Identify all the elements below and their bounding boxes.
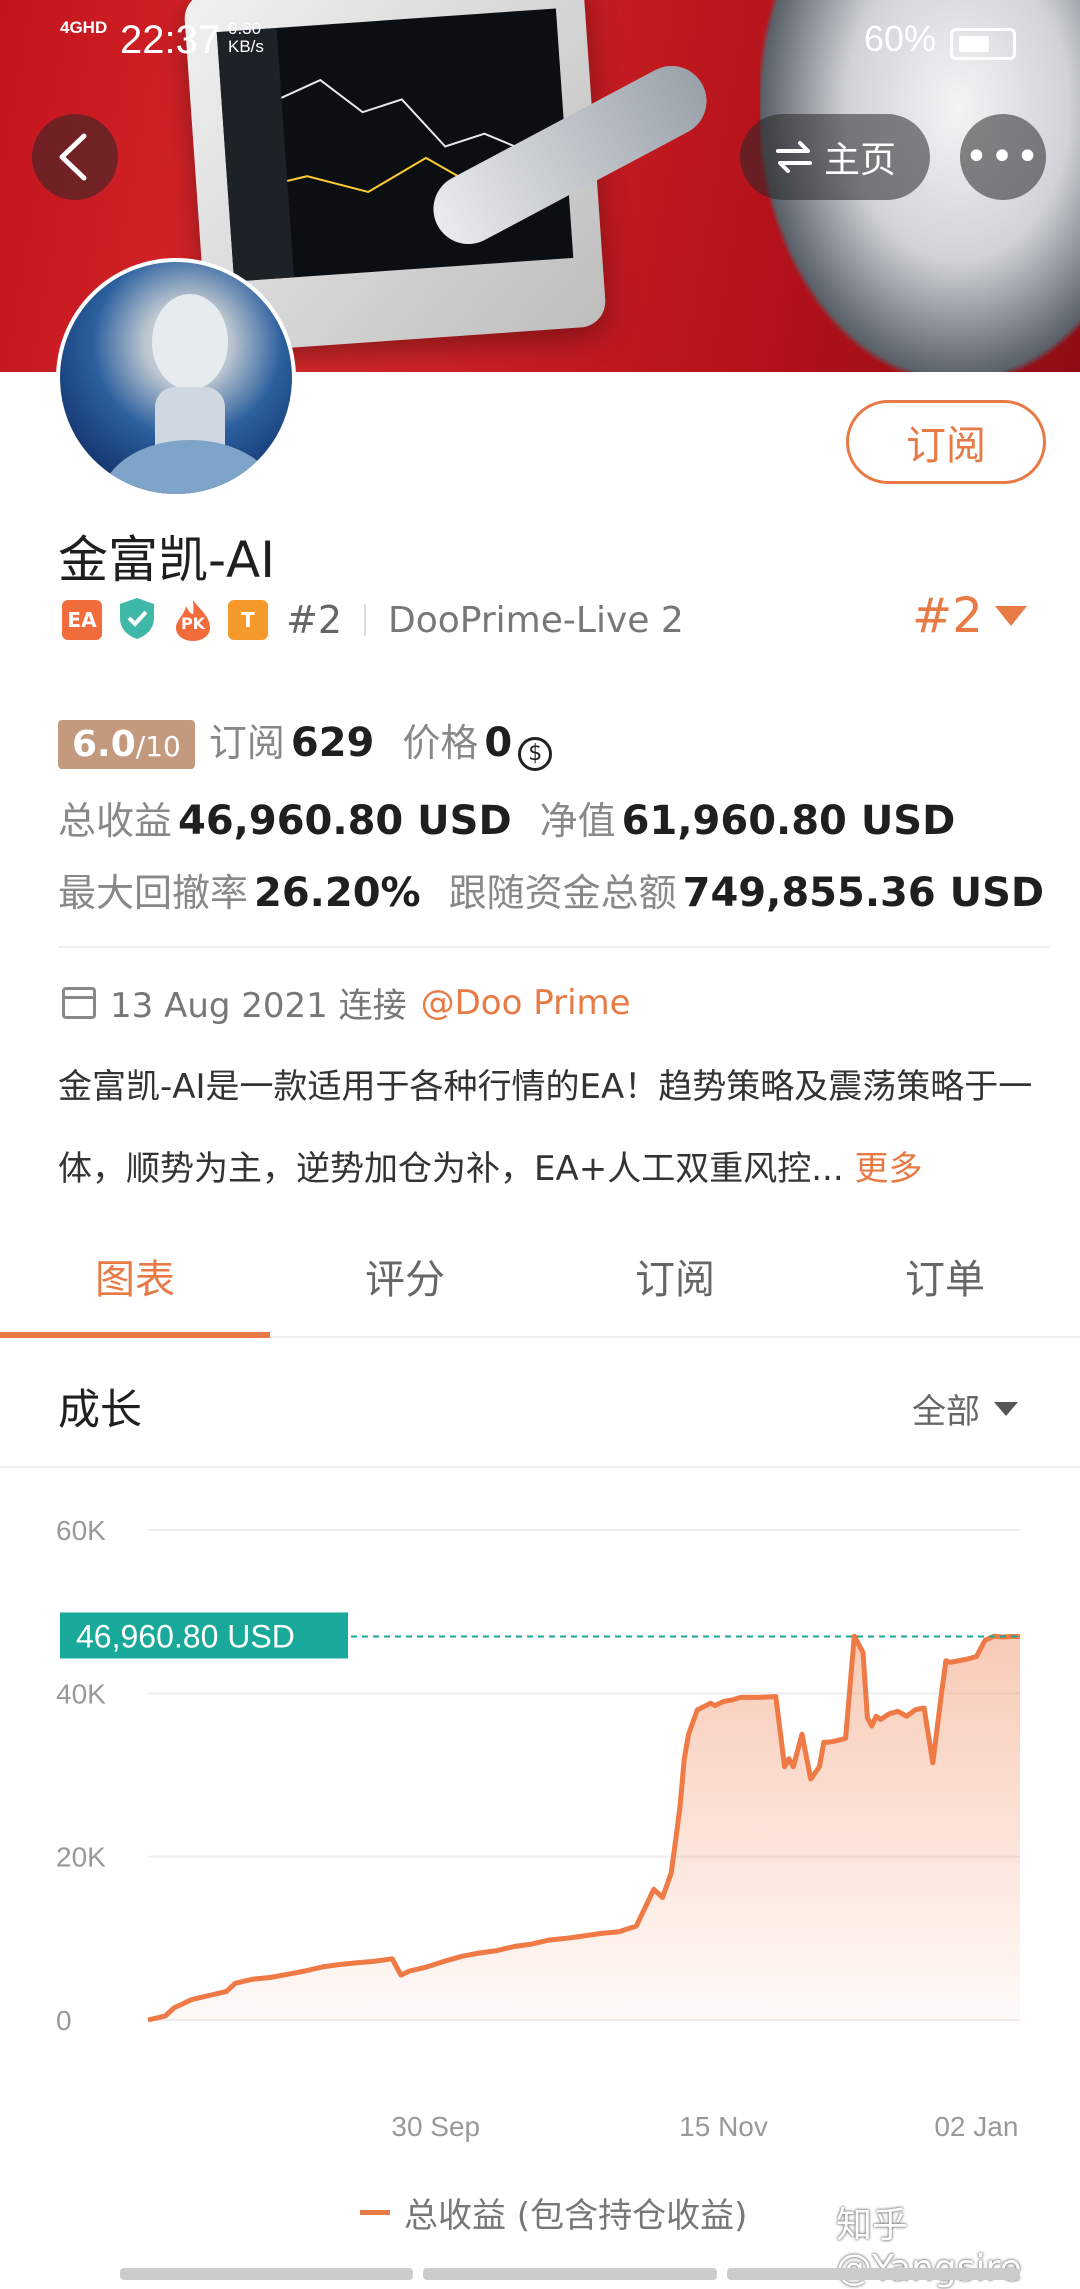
range-dropdown[interactable]: 全部 — [912, 1384, 1018, 1433]
score-max: /10 — [135, 730, 181, 763]
more-link[interactable]: 更多 — [854, 1149, 922, 1189]
max-drawdown-value: 26.20% — [254, 870, 421, 916]
subscribe-count-label: 订阅 — [208, 721, 285, 765]
divider — [364, 604, 367, 636]
y-tick-label: 0 — [56, 2005, 72, 2036]
score-badge: 6.0/10 — [58, 720, 195, 769]
back-button[interactable] — [32, 114, 118, 200]
max-drawdown-label: 最大回撤率 — [58, 871, 249, 915]
x-axis-labels: 30 Sep 15 Nov 02 Jan — [391, 2111, 1018, 2142]
strategy-description: 金富凯-AI是一款适用于各种行情的EA！趋势策略及震荡策略于一体，顺势为主，逆势… — [58, 1046, 1048, 1210]
rank-label: #2 — [286, 598, 343, 642]
tab-subscriptions[interactable]: 订阅 — [540, 1240, 810, 1336]
legend-label: 总收益 (包含持仓收益) — [404, 2196, 748, 2236]
home-label: 主页 — [823, 140, 896, 181]
badge-row: EA PK T #2 DooPrime-Live 2 — [62, 598, 684, 642]
equity-value: 61,960.80 USD — [621, 798, 956, 844]
network-speed: 0.30 KB/s — [228, 19, 264, 56]
pk-flame-icon: PK — [172, 598, 214, 642]
chevron-left-icon — [59, 133, 87, 181]
x-tick-label: 02 Jan — [934, 2111, 1018, 2142]
current-value-label: 46,960.80 USD — [76, 1618, 295, 1654]
battery-percent: 60% — [864, 18, 937, 59]
growth-chart: 60K 40K 20K 0 30 Sep 15 Nov 02 Jan 46,960.80 … — [56, 1515, 1020, 2142]
score-value: 6.0 — [72, 724, 136, 765]
more-dots-icon: ••• — [964, 134, 1042, 180]
swap-arrows-icon — [775, 141, 812, 173]
follow-funds-value: 749,855.36 USD — [682, 870, 1045, 916]
chart-legend: 总收益 (包含持仓收益) — [360, 2188, 747, 2237]
pk-badge-text: PK — [180, 614, 206, 633]
stats-row-3: 最大回撤率 26.20% 跟随资金总额 749,855.36 USD — [58, 862, 1044, 917]
subscribe-count-value: 629 — [290, 720, 375, 766]
tab-rating[interactable]: 评分 — [270, 1240, 540, 1336]
tab-orders[interactable]: 订单 — [810, 1240, 1080, 1336]
range-label: 全部 — [912, 1392, 980, 1432]
y-axis-labels: 60K 40K 20K 0 — [56, 1515, 106, 2036]
more-options-button[interactable]: ••• — [960, 114, 1046, 200]
x-tick-label: 30 Sep — [391, 2111, 480, 2142]
connect-date: 13 Aug 2021 连接 — [110, 986, 407, 1026]
y-tick-label: 60K — [56, 1515, 106, 1546]
tab-chart[interactable]: 图表 — [0, 1240, 270, 1338]
legend-swatch — [360, 2210, 390, 2215]
stats-row-2: 总收益 46,960.80 USD 净值 61,960.80 USD — [58, 790, 983, 845]
status-time: 22:37 — [120, 18, 221, 62]
y-tick-label: 40K — [56, 1678, 106, 1709]
caret-down-icon — [994, 1401, 1018, 1416]
strategy-name: 金富凯-AI — [58, 531, 275, 589]
avatar-robot-image — [100, 294, 280, 494]
home-button[interactable]: 主页 — [740, 114, 930, 200]
total-profit-label: 总收益 — [58, 799, 173, 843]
ea-badge-icon: EA — [62, 600, 102, 640]
tab-bar: 图表 评分 订阅 订单 — [0, 1240, 1080, 1338]
x-tick-label: 15 Nov — [679, 2111, 768, 2142]
broker-link[interactable]: @Doo Prime — [421, 983, 631, 1023]
subscribe-button[interactable]: 订阅 — [846, 400, 1046, 484]
equity-label: 净值 — [539, 799, 616, 843]
growth-section-header: 成长 全部 — [0, 1338, 1080, 1468]
avatar — [56, 258, 296, 498]
t-badge-icon: T — [228, 600, 268, 640]
bottom-content-hint — [120, 2268, 1020, 2280]
divider — [58, 946, 1050, 948]
calendar-icon — [62, 986, 96, 1019]
rank-dropdown-label: #2 — [912, 588, 983, 644]
network-indicator: 4GHD — [60, 18, 108, 37]
follow-funds-label: 跟随资金总额 — [448, 871, 677, 915]
total-profit-value: 46,960.80 USD — [178, 798, 512, 844]
connect-info: 13 Aug 2021 连接 @Doo Prime — [62, 978, 631, 1027]
verified-shield-icon — [116, 596, 158, 644]
price-value: 0 — [484, 720, 513, 766]
coin-icon: $ — [518, 736, 553, 771]
caret-down-icon — [994, 606, 1027, 626]
section-title: 成长 — [58, 1385, 143, 1434]
y-tick-label: 20K — [56, 1842, 106, 1873]
price-label: 价格 — [402, 721, 479, 765]
rank-dropdown[interactable]: #2 — [912, 588, 1027, 644]
stats-row-1: 6.0/10 订阅 629 价格 0 $ — [58, 712, 553, 771]
battery-icon — [950, 28, 1016, 60]
server-name: DooPrime-Live 2 — [388, 599, 684, 641]
